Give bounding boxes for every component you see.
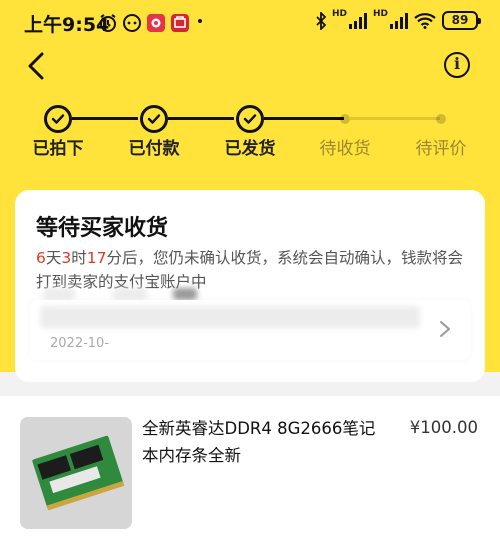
chevron-right-icon bbox=[440, 321, 450, 337]
step-pending-dot bbox=[340, 114, 350, 124]
signal-icon-1 bbox=[348, 12, 367, 29]
status-right: HD HD 89 bbox=[316, 9, 481, 30]
progress-line bbox=[264, 117, 344, 120]
redacted-region bbox=[113, 288, 147, 300]
countdown-minutes: 17 bbox=[86, 249, 107, 267]
countdown-days: 6 bbox=[36, 249, 46, 267]
step-check-icon bbox=[236, 105, 264, 133]
countdown-hours: 3 bbox=[61, 249, 72, 267]
status-time: 上午9:54 bbox=[24, 14, 110, 36]
app-notification-icon bbox=[147, 14, 165, 32]
step-label: 已拍下 bbox=[32, 139, 84, 159]
order-status-card: 等待买家收货 6天3时17分后，您仍未确认收货，系统会自动确认，钱款将会打到卖家… bbox=[15, 190, 485, 382]
hd-label-1: HD bbox=[331, 9, 347, 19]
redacted-region bbox=[43, 288, 75, 300]
step-label: 待收货 bbox=[319, 139, 371, 159]
step-check-icon bbox=[44, 105, 72, 133]
chevron-left-icon[interactable] bbox=[22, 50, 54, 82]
product-price: ¥100.00 bbox=[409, 418, 478, 437]
battery-indicator: 89 bbox=[442, 11, 481, 30]
product-title: 全新英睿达DDR4 8G2666笔记本内存条全新 bbox=[142, 419, 376, 465]
chat-app-icon bbox=[123, 14, 141, 32]
alarm-icon bbox=[100, 14, 116, 32]
logistics-row[interactable]: 2022-10- bbox=[30, 300, 470, 360]
step-label: 待评价 bbox=[415, 139, 467, 159]
order-status-title: 等待买家收货 bbox=[36, 216, 169, 241]
auto-confirm-notice: 6天3时17分后，您仍未确认收货，系统会自动确认，钱款将会打到卖家的支付宝账户中 bbox=[36, 249, 464, 291]
step-check-icon bbox=[140, 105, 168, 133]
progress-line bbox=[72, 117, 138, 120]
step-label: 已发货 bbox=[224, 139, 276, 159]
product-image bbox=[20, 417, 132, 529]
status-bar: 上午9:54 HD HD 89 bbox=[0, 0, 500, 46]
more-notifications-dot bbox=[198, 19, 202, 23]
redacted-logistics-text bbox=[40, 306, 420, 328]
redacted-region bbox=[173, 288, 197, 300]
step-pending-dot bbox=[436, 114, 446, 124]
step-label: 已付款 bbox=[128, 139, 180, 159]
progress-line bbox=[168, 117, 234, 120]
shop-app-icon bbox=[171, 14, 189, 32]
logistics-date: 2022-10- bbox=[50, 336, 110, 351]
info-icon[interactable]: i bbox=[444, 52, 470, 78]
product-item[interactable]: 全新英睿达DDR4 8G2666笔记本内存条全新 ¥100.00 bbox=[0, 396, 500, 539]
signal-icon-2 bbox=[390, 12, 408, 29]
bluetooth-icon bbox=[316, 11, 326, 30]
hd-label-2: HD bbox=[372, 9, 388, 19]
wifi-icon bbox=[414, 12, 436, 29]
order-progress: 已拍下 已付款 已发货 待收货 待评价 bbox=[0, 100, 500, 160]
progress-line-pending bbox=[350, 117, 440, 120]
